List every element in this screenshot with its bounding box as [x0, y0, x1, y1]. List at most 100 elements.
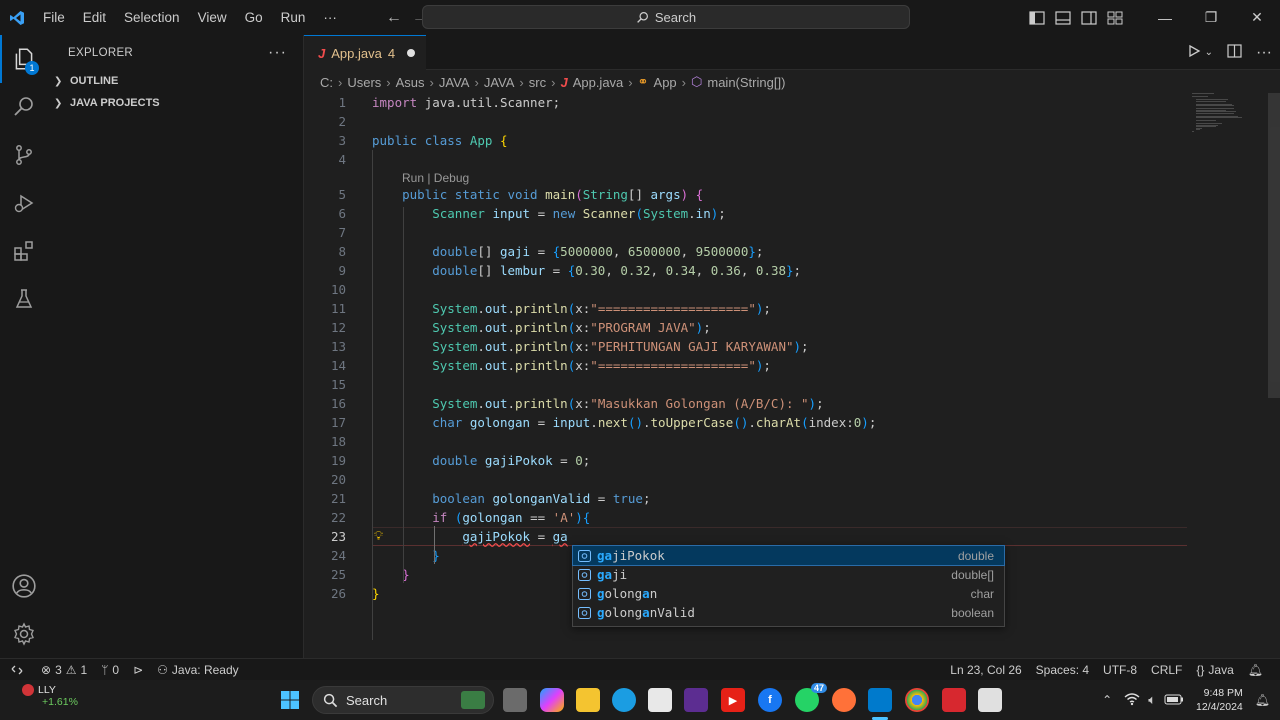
code-line[interactable]: 10: [304, 280, 1280, 299]
customize-layout-icon[interactable]: [1102, 0, 1128, 35]
wifi-icon[interactable]: [1120, 692, 1144, 709]
breadcrumb-item[interactable]: Asus: [396, 75, 425, 90]
whatsapp-icon[interactable]: 47: [795, 683, 827, 712]
more-actions-icon[interactable]: ···: [268, 44, 287, 62]
code-line[interactable]: 5 public static void main(String[] args)…: [304, 185, 1280, 204]
notification-bell-icon[interactable]: 🔔︎: [1253, 693, 1280, 707]
more-actions-icon[interactable]: ···: [1256, 44, 1272, 62]
taskbar-search[interactable]: Search: [312, 686, 494, 714]
code-line[interactable]: 7: [304, 223, 1280, 242]
minimize-button[interactable]: —: [1142, 0, 1188, 35]
youtube-icon[interactable]: ▶: [721, 688, 745, 712]
accounts-icon[interactable]: [0, 562, 48, 610]
snipping-tool-icon[interactable]: [978, 688, 1002, 712]
restore-button[interactable]: ❐: [1188, 0, 1234, 35]
breadcrumb-item[interactable]: src: [529, 75, 546, 90]
code-line[interactable]: 20: [304, 470, 1280, 489]
code-line[interactable]: 9 double[] lembur = {0.30, 0.32, 0.34, 0…: [304, 261, 1280, 280]
menu-selection[interactable]: Selection: [115, 0, 189, 35]
code-line[interactable]: 6 Scanner input = new Scanner(System.in)…: [304, 204, 1280, 223]
edge-browser-icon[interactable]: [612, 688, 636, 712]
breadcrumb-item[interactable]: Users: [347, 75, 381, 90]
volume-icon[interactable]: 🔈︎: [1144, 692, 1160, 708]
chrome-icon[interactable]: [905, 688, 929, 712]
suggestion-item[interactable]: golongan char: [573, 584, 1004, 603]
run-java-icon[interactable]: [1187, 44, 1201, 61]
split-editor-icon[interactable]: [1227, 44, 1242, 61]
code-line[interactable]: 22 if (golongan == 'A'){: [304, 508, 1280, 527]
menu-go[interactable]: Go: [236, 0, 272, 35]
outline-section[interactable]: ❯ OUTLINE: [48, 70, 303, 92]
code-line[interactable]: 1 import java.util.Scanner;: [304, 93, 1280, 112]
run-and-debug-icon[interactable]: [0, 179, 48, 227]
windows-start-icon[interactable]: [278, 688, 302, 712]
code-line[interactable]: 17 char golongan = input.next().toUpperC…: [304, 413, 1280, 432]
code-line[interactable]: 2: [304, 112, 1280, 131]
close-button[interactable]: ✕: [1234, 0, 1280, 35]
indentation[interactable]: Spaces: 4: [1029, 659, 1096, 681]
code-line[interactable]: 19 double gajiPokok = 0;: [304, 451, 1280, 470]
code-line[interactable]: 3 public class App {: [304, 131, 1280, 150]
chevron-down-icon[interactable]: ⌄: [1205, 47, 1213, 58]
toggle-primary-sidebar-icon[interactable]: [1024, 0, 1050, 35]
search-icon[interactable]: [0, 83, 48, 131]
toggle-secondary-sidebar-icon[interactable]: [1076, 0, 1102, 35]
menu-view[interactable]: View: [189, 0, 236, 35]
code-line[interactable]: 12 System.out.println(x:"PROGRAM JAVA");: [304, 318, 1280, 337]
code-line[interactable]: 8 double[] gaji = {5000000, 6500000, 950…: [304, 242, 1280, 261]
firefox-icon[interactable]: [832, 688, 856, 712]
suggestion-item[interactable]: golonganValid boolean: [573, 603, 1004, 622]
menu-more[interactable]: ···: [314, 0, 346, 35]
end-of-line[interactable]: CRLF: [1144, 659, 1189, 681]
cursor-position[interactable]: Ln 23, Col 26: [943, 659, 1028, 681]
battery-icon[interactable]: [1160, 693, 1188, 708]
code-line[interactable]: 💡︎ 23 gajiPokok = ga: [304, 527, 1280, 546]
task-view-icon[interactable]: [503, 688, 527, 712]
breadcrumb-item[interactable]: JAVA: [484, 75, 515, 90]
menu-edit[interactable]: Edit: [74, 0, 115, 35]
problems-indicator[interactable]: ⊗ 3 ⚠ 1: [34, 659, 94, 681]
command-center-search[interactable]: Search: [422, 5, 910, 29]
breadcrumb-item[interactable]: JAVA: [439, 75, 470, 90]
facebook-icon[interactable]: f: [758, 688, 782, 712]
system-clock[interactable]: 9:48 PM 12/4/2024: [1188, 686, 1253, 714]
minimap[interactable]: [1190, 93, 1268, 133]
language-mode[interactable]: {} Java: [1189, 659, 1240, 681]
breadcrumb-item[interactable]: C:: [320, 75, 333, 90]
extensions-icon[interactable]: [0, 227, 48, 275]
scrollbar-thumb[interactable]: [1268, 93, 1280, 398]
editor-scrollbar[interactable]: [1268, 93, 1280, 658]
code-line[interactable]: 14 System.out.println(x:"===============…: [304, 356, 1280, 375]
encoding[interactable]: UTF-8: [1096, 659, 1144, 681]
acrobat-icon[interactable]: [942, 688, 966, 712]
code-line[interactable]: 18: [304, 432, 1280, 451]
testing-flask-icon[interactable]: [0, 275, 48, 323]
code-line[interactable]: 11 System.out.println(x:"===============…: [304, 299, 1280, 318]
code-line[interactable]: 21 boolean golonganValid = true;: [304, 489, 1280, 508]
source-control-icon[interactable]: [0, 131, 48, 179]
code-line[interactable]: 15: [304, 375, 1280, 394]
visual-studio-icon[interactable]: [684, 688, 708, 712]
java-status[interactable]: ⚇ Java: Ready: [150, 659, 245, 681]
suggestion-item[interactable]: gajiPokok double: [572, 545, 1005, 566]
vscode-taskbar-icon[interactable]: [868, 688, 892, 720]
suggestion-item[interactable]: gaji double[]: [573, 565, 1004, 584]
menu-run[interactable]: Run: [272, 0, 315, 35]
file-explorer-icon[interactable]: [576, 688, 600, 712]
ports-indicator[interactable]: ᛘ 0: [94, 659, 126, 681]
manage-gear-icon[interactable]: [0, 610, 48, 658]
remote-indicator-icon[interactable]: [0, 659, 34, 681]
stock-widget[interactable]: LLY +1.61%: [22, 684, 82, 716]
breadcrumb-item[interactable]: App: [654, 75, 677, 90]
toggle-panel-icon[interactable]: [1050, 0, 1076, 35]
breadcrumb-item[interactable]: main(String[]): [707, 75, 785, 90]
unsaved-dot-icon[interactable]: [407, 49, 416, 57]
debug-indicator[interactable]: ⊳: [126, 659, 150, 681]
java-projects-section[interactable]: ❯ JAVA PROJECTS: [48, 92, 303, 114]
explorer-icon[interactable]: 1: [0, 35, 48, 83]
code-line[interactable]: 4: [304, 150, 1280, 169]
chevron-up-icon[interactable]: ⌃: [1094, 693, 1120, 707]
code-line[interactable]: 13 System.out.println(x:"PERHITUNGAN GAJ…: [304, 337, 1280, 356]
breadcrumb-item[interactable]: App.java: [573, 75, 624, 90]
menu-file[interactable]: File: [34, 0, 74, 35]
